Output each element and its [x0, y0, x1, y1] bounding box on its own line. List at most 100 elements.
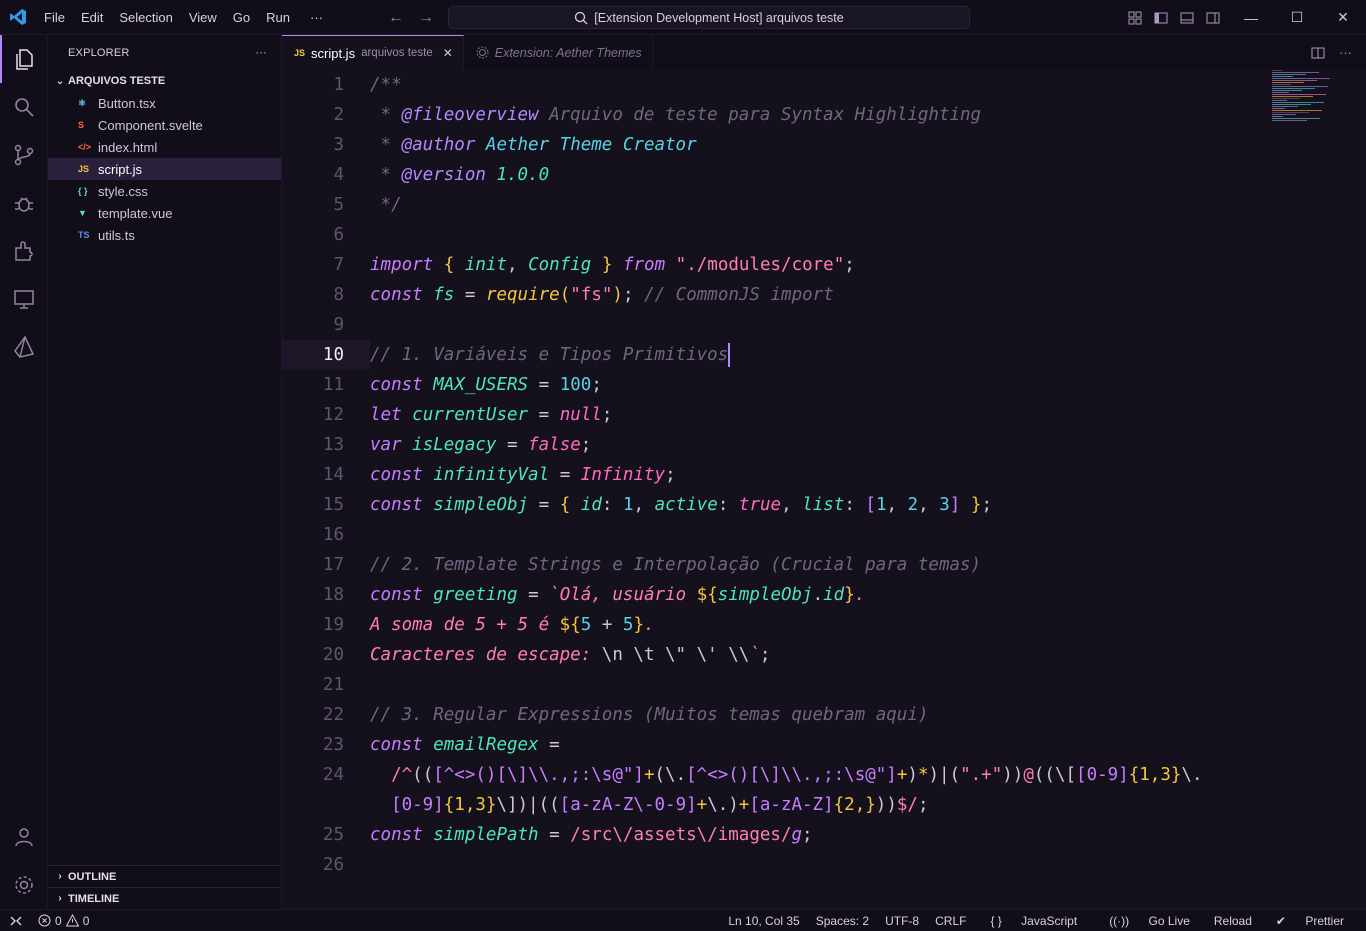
indentation[interactable]: Spaces: 2: [808, 914, 877, 928]
search-icon[interactable]: [0, 83, 48, 131]
menu-more[interactable]: ···: [298, 0, 331, 35]
file-item[interactable]: ▼ template.vue: [48, 202, 281, 224]
minimap-line: [1272, 106, 1298, 107]
line-number: 16: [322, 525, 344, 545]
code-line-24-wrap: [0-9]{1,3}\])|(([a-zA-Z\-0-9]+\.)+[a-zA-…: [391, 795, 929, 815]
account-icon[interactable]: [0, 813, 48, 861]
maximize-icon[interactable]: ☐: [1274, 0, 1320, 35]
outline-section[interactable]: › OUTLINE: [48, 865, 281, 887]
close-tab-icon[interactable]: ✕: [443, 46, 453, 60]
explorer-sidebar: EXPLORER ··· ⌄ ARQUIVOS TESTE ⚛ Button.ts…: [48, 35, 282, 909]
language-label: JavaScript: [1021, 914, 1078, 928]
minimap-line: [1272, 76, 1293, 77]
code-editor[interactable]: 1 2 3 4 5 6 7 8 9 10 11 12 13 14 15 16 17 18 19 20 21 22 23 24 2…: [282, 70, 1366, 909]
language-mode[interactable]: { } JavaScript: [974, 914, 1093, 928]
remote-indicator-icon[interactable]: [0, 910, 32, 931]
tab-extension-aether-themes[interactable]: Extension: Aether Themes: [464, 35, 653, 70]
code-line-5: */: [370, 195, 402, 215]
file-item[interactable]: ⚛ Button.tsx: [48, 92, 281, 114]
split-editor-icon[interactable]: [1311, 46, 1325, 60]
broadcast-icon: ((·)): [1109, 914, 1130, 928]
prettier-button[interactable]: ✔ Prettier: [1260, 914, 1360, 928]
file-label: index.html: [98, 139, 158, 155]
minimap-line: [1272, 82, 1304, 83]
command-center-search[interactable]: [Extension Development Host] arquivos te…: [448, 6, 970, 29]
code-line-11: const MAX_USERS = 100;: [370, 375, 602, 395]
menu-go[interactable]: Go: [225, 0, 258, 35]
line-number: 15: [322, 495, 344, 515]
code-content[interactable]: /** * @fileoverview Arquivo de teste par…: [370, 70, 1270, 880]
toggle-panel-icon[interactable]: [1178, 9, 1196, 27]
run-debug-icon[interactable]: [0, 179, 48, 227]
explorer-header: EXPLORER ···: [48, 35, 281, 70]
file-label: Component.svelte: [98, 117, 203, 133]
error-count: 0: [55, 913, 62, 928]
code-line-8: const fs = require("fs"); // CommonJS im…: [370, 285, 834, 305]
file-item[interactable]: TS utils.ts: [48, 224, 281, 246]
prisma-icon[interactable]: [0, 323, 48, 371]
close-window-icon[interactable]: ✕: [1320, 0, 1366, 35]
menu-bar: File Edit Selection View Go Run ···: [36, 0, 331, 35]
menu-edit[interactable]: Edit: [73, 0, 111, 35]
menu-selection[interactable]: Selection: [111, 0, 180, 35]
tab-script-js[interactable]: JS script.js arquivos teste ✕: [282, 35, 464, 70]
line-number: 26: [322, 855, 344, 875]
toggle-primary-sidebar-icon[interactable]: [1152, 9, 1170, 27]
line-number: 18: [322, 585, 344, 605]
code-line-22: // 3. Regular Expressions (Muitos temas …: [370, 705, 929, 725]
minimize-icon[interactable]: —: [1228, 0, 1274, 35]
line-number: 5: [333, 195, 344, 215]
outline-label: OUTLINE: [68, 870, 117, 883]
vscode-logo-icon: [0, 0, 36, 35]
end-of-line[interactable]: CRLF: [927, 914, 974, 928]
search-text: [Extension Development Host] arquivos te…: [594, 10, 844, 25]
file-item[interactable]: S Component.svelte: [48, 114, 281, 136]
remote-explorer-icon[interactable]: [0, 275, 48, 323]
forward-arrow-icon[interactable]: →: [418, 9, 434, 27]
explorer-more-button[interactable]: ···: [255, 47, 267, 59]
file-item[interactable]: </> index.html: [48, 136, 281, 158]
problems-indicator[interactable]: 0 0: [32, 914, 89, 928]
file-item[interactable]: JS script.js: [48, 158, 281, 180]
timeline-section[interactable]: › TIMELINE: [48, 887, 281, 909]
go-live-button[interactable]: ((·)) Go Live: [1093, 914, 1206, 928]
chevron-right-icon: ›: [58, 871, 62, 882]
line-number: 2: [333, 105, 344, 125]
menu-run[interactable]: Run: [258, 0, 298, 35]
file-list: ⚛ Button.tsx S Component.svelte </> index.htm…: [48, 92, 281, 246]
menu-view[interactable]: View: [181, 0, 225, 35]
explorer-title: EXPLORER: [68, 46, 130, 59]
react-icon: ⚛: [78, 97, 87, 108]
customize-layout-icon[interactable]: [1126, 9, 1144, 27]
minimap-line: [1272, 108, 1285, 109]
double-check-icon: ✔: [1275, 914, 1286, 928]
line-number: 10: [322, 345, 344, 365]
explorer-icon[interactable]: [0, 35, 48, 83]
file-item[interactable]: { } style.css: [48, 180, 281, 202]
code-line-7: import { init, Config } from "./modules/…: [370, 255, 855, 275]
folder-arquivos-teste[interactable]: ⌄ ARQUIVOS TESTE: [48, 70, 281, 92]
reload-button[interactable]: Reload: [1206, 914, 1260, 928]
minimap-line: [1272, 118, 1320, 119]
minimap-line: [1272, 74, 1306, 75]
warning-icon: [65, 914, 79, 927]
line-number: 19: [322, 615, 344, 635]
extensions-icon[interactable]: [0, 227, 48, 275]
settings-gear-icon[interactable]: [0, 861, 48, 909]
back-arrow-icon[interactable]: ←: [388, 9, 404, 27]
encoding[interactable]: UTF-8: [877, 914, 927, 928]
braces-icon: { }: [990, 914, 1002, 928]
more-actions-icon[interactable]: ···: [1339, 45, 1352, 60]
code-line-14: const infinityVal = Infinity;: [370, 465, 676, 485]
cursor-position[interactable]: Ln 10, Col 35: [720, 914, 807, 928]
minimap[interactable]: [1272, 70, 1352, 130]
code-line-1: /**: [370, 75, 402, 95]
css-icon: { }: [78, 186, 88, 196]
source-control-icon[interactable]: [0, 131, 48, 179]
toggle-secondary-sidebar-icon[interactable]: [1204, 9, 1222, 27]
line-number: 3: [333, 135, 344, 155]
minimap-line: [1272, 120, 1307, 121]
minimap-line: [1272, 102, 1324, 103]
menu-file[interactable]: File: [36, 0, 73, 35]
error-icon: [38, 914, 51, 927]
